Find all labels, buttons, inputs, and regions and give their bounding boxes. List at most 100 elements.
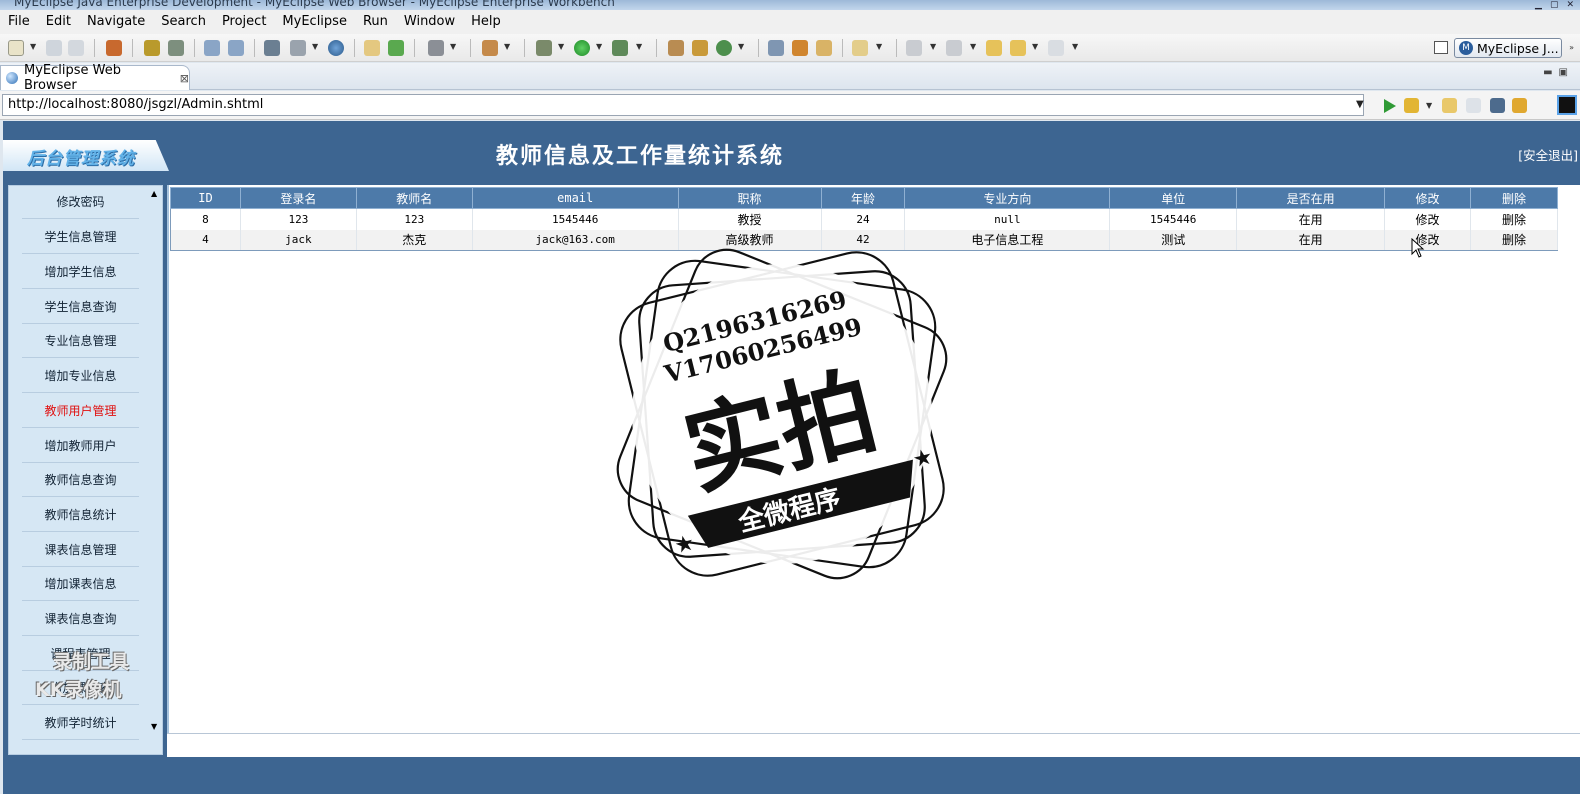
open-type-icon[interactable] [204, 40, 220, 56]
explorer-icon[interactable] [816, 40, 832, 56]
forward-icon[interactable] [1466, 98, 1481, 113]
previous-annotation-icon[interactable] [946, 40, 962, 56]
perspective-switcher[interactable]: M MyEclipse J... [1454, 38, 1562, 58]
close-icon[interactable]: ⊠ [180, 72, 189, 85]
folder-icon[interactable] [364, 40, 380, 56]
open-perspective-icon[interactable] [1434, 41, 1448, 54]
scroll-up-icon[interactable]: ▲ [151, 189, 157, 198]
new-icon[interactable] [8, 40, 24, 56]
toolbar-separator [758, 39, 759, 57]
scroll-down-icon[interactable]: ▼ [151, 722, 157, 731]
menu-help[interactable]: Help [463, 10, 509, 34]
deploy-icon[interactable] [264, 40, 280, 56]
tab-web-browser[interactable]: MyEclipse Web Browser ⊠ [0, 63, 190, 93]
print-icon[interactable] [68, 40, 84, 56]
stop-icon[interactable] [1490, 98, 1505, 113]
menu-search[interactable]: Search [153, 10, 214, 34]
chevron-down-icon[interactable]: ▼ [738, 42, 744, 51]
sidebar-item-teacher-user-manage[interactable]: 教师用户管理 [22, 395, 139, 428]
sidebar-item-teacher-query[interactable]: 教师信息查询 [22, 464, 139, 497]
column-header-teacher-name: 教师名 [355, 187, 473, 209]
web-services-icon[interactable] [768, 40, 784, 56]
chevron-down-icon[interactable]: ▼ [636, 42, 642, 51]
sidebar-item-teacher-stats[interactable]: 教师信息统计 [22, 499, 139, 532]
sidebar-item-teacher-hours-stats[interactable]: 教师学时统计 [22, 707, 139, 740]
url-input[interactable]: http://localhost:8080/jsgzl/Admin.shtml [2, 94, 1364, 116]
chevron-down-icon[interactable]: ▼ [312, 42, 318, 51]
sidebar-item-add-schedule[interactable]: 增加课表信息 [22, 568, 139, 601]
search-icon[interactable] [228, 40, 244, 56]
logout-link[interactable]: [安全退出] [1518, 145, 1578, 164]
browser-mode-icon[interactable] [1557, 95, 1577, 115]
globe-icon[interactable] [328, 40, 344, 56]
new-class-icon[interactable] [668, 40, 684, 56]
chevron-down-icon[interactable]: ▼ [30, 42, 36, 51]
column-header-id: ID [170, 187, 241, 209]
chevron-down-icon[interactable]: ▼ [1426, 101, 1432, 110]
open-folder-icon[interactable] [852, 40, 868, 56]
sidebar-item-change-password[interactable]: 修改密码 [22, 186, 139, 219]
server-icon[interactable] [168, 40, 184, 56]
menu-navigate[interactable]: Navigate [79, 10, 153, 34]
chevron-down-icon[interactable]: ▼ [558, 42, 564, 51]
menu-bar: File Edit Navigate Search Project MyEcli… [0, 10, 1580, 34]
sidebar-item-add-teacher-user[interactable]: 增加教师用户 [22, 430, 139, 463]
sidebar-item-schedule-manage[interactable]: 课表信息管理 [22, 534, 139, 567]
sidebar-item-student-query[interactable]: 学生信息查询 [22, 291, 139, 324]
refresh-icon[interactable] [388, 40, 404, 56]
menu-file[interactable]: File [0, 10, 38, 34]
last-edit-icon[interactable] [986, 40, 1002, 56]
edit-link[interactable]: 修改 [1384, 229, 1471, 251]
external-tools-icon[interactable] [612, 40, 628, 56]
delete-link[interactable]: 删除 [1470, 208, 1559, 230]
brand-logo: 后台管理系统 [3, 140, 169, 171]
back-icon[interactable] [1442, 98, 1457, 113]
camera-icon[interactable] [428, 40, 444, 56]
chevron-down-icon[interactable]: ▼ [970, 42, 976, 51]
debug-icon[interactable] [536, 40, 552, 56]
forward-icon[interactable] [1048, 40, 1064, 56]
next-annotation-icon[interactable] [906, 40, 922, 56]
refresh-icon[interactable] [1512, 98, 1527, 113]
gear-icon[interactable] [144, 40, 160, 56]
chevron-right-icon[interactable]: » [1569, 43, 1574, 52]
rocket-icon[interactable] [792, 40, 808, 56]
favorites-icon[interactable] [1404, 98, 1419, 113]
chevron-down-icon[interactable]: ▼ [930, 42, 936, 51]
chevron-down-icon[interactable]: ▼ [596, 42, 602, 51]
chevron-down-icon[interactable]: ▼ [450, 42, 456, 51]
delete-link[interactable]: 删除 [1470, 229, 1559, 251]
new-wizard-icon[interactable] [716, 40, 732, 56]
sidebar-item-student-manage[interactable]: 学生信息管理 [22, 221, 139, 254]
document-icon[interactable] [290, 40, 306, 56]
view-controls[interactable]: ▬▣ [1543, 67, 1574, 78]
sidebar-item-add-major[interactable]: 增加专业信息 [22, 360, 139, 393]
save-icon[interactable] [46, 40, 62, 56]
menu-edit[interactable]: Edit [38, 10, 79, 34]
maximize-icon[interactable]: ▢ [1550, 0, 1559, 10]
sidebar-item-major-manage[interactable]: 专业信息管理 [22, 325, 139, 358]
new-package-icon[interactable] [692, 40, 708, 56]
menu-project[interactable]: Project [214, 10, 274, 34]
menu-myeclipse[interactable]: MyEclipse [274, 10, 355, 34]
back-icon[interactable] [1010, 40, 1026, 56]
minimize-icon[interactable]: ▁ [1535, 0, 1542, 10]
sidebar-item-add-timetable[interactable]: 增加课程表 [22, 672, 139, 705]
new-project-icon[interactable] [482, 40, 498, 56]
close-window-icon[interactable]: ✕ [1566, 0, 1574, 10]
run-icon[interactable] [574, 40, 590, 56]
menu-run[interactable]: Run [355, 10, 396, 34]
window-title: MyEclipse Java Enterprise Development - … [14, 0, 615, 9]
sidebar-item-schedule-query[interactable]: 课表信息查询 [22, 603, 139, 636]
chevron-down-icon[interactable]: ▼ [1072, 42, 1078, 51]
chevron-down-icon[interactable]: ▼ [876, 42, 882, 51]
go-icon[interactable] [1384, 99, 1396, 113]
edit-link[interactable]: 修改 [1384, 208, 1471, 230]
chevron-down-icon[interactable]: ▼ [1356, 99, 1364, 110]
chevron-down-icon[interactable]: ▼ [504, 42, 510, 51]
package-icon[interactable] [106, 40, 122, 56]
menu-window[interactable]: Window [396, 10, 463, 34]
sidebar-item-timetable-manage[interactable]: 课程表管理 [22, 638, 139, 671]
chevron-down-icon[interactable]: ▼ [1032, 42, 1038, 51]
sidebar-item-add-student[interactable]: 增加学生信息 [22, 256, 139, 289]
